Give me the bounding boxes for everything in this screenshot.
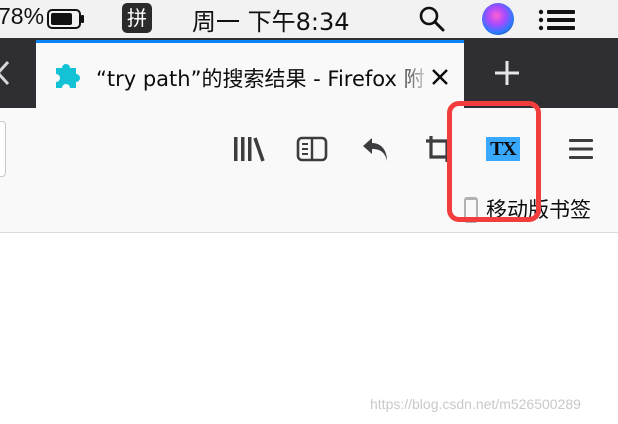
- battery-percentage: 78%: [0, 3, 45, 29]
- tab-title-fade: [396, 53, 432, 99]
- plus-icon[interactable]: [492, 58, 522, 88]
- library-icon[interactable]: [232, 135, 266, 163]
- annotation-highlight-box: [447, 101, 541, 222]
- menu-bar-clock[interactable]: 周一 下午8:34: [192, 2, 350, 37]
- notification-center-icon[interactable]: [538, 9, 576, 31]
- tab-search-results[interactable]: “try path”的搜索结果 - Firefox 附: [36, 40, 464, 108]
- input-method-icon[interactable]: 拼: [122, 3, 152, 33]
- close-icon[interactable]: [430, 67, 450, 87]
- hamburger-menu-icon[interactable]: [568, 137, 594, 161]
- battery-icon[interactable]: [47, 9, 85, 29]
- tab-title: “try path”的搜索结果 - Firefox 附: [96, 67, 425, 91]
- macos-menu-bar: 78% 拼 周一 下午8:34: [0, 0, 618, 38]
- puzzle-piece-icon: [56, 64, 80, 88]
- sidebar-icon[interactable]: [296, 135, 328, 163]
- watermark-text: https://blog.csdn.net/m526500289: [370, 396, 581, 412]
- screenshot-root: 78% 拼 周一 下午8:34 “try path”的搜索结果 - Firefo…: [0, 0, 618, 424]
- url-bar[interactable]: [0, 121, 6, 177]
- tab-strip: “try path”的搜索结果 - Firefox 附: [0, 38, 618, 108]
- chevron-left-icon[interactable]: [0, 54, 12, 92]
- spotlight-search-icon[interactable]: [418, 5, 446, 33]
- siri-icon[interactable]: [482, 3, 514, 35]
- undo-arrow-icon[interactable]: [360, 134, 392, 164]
